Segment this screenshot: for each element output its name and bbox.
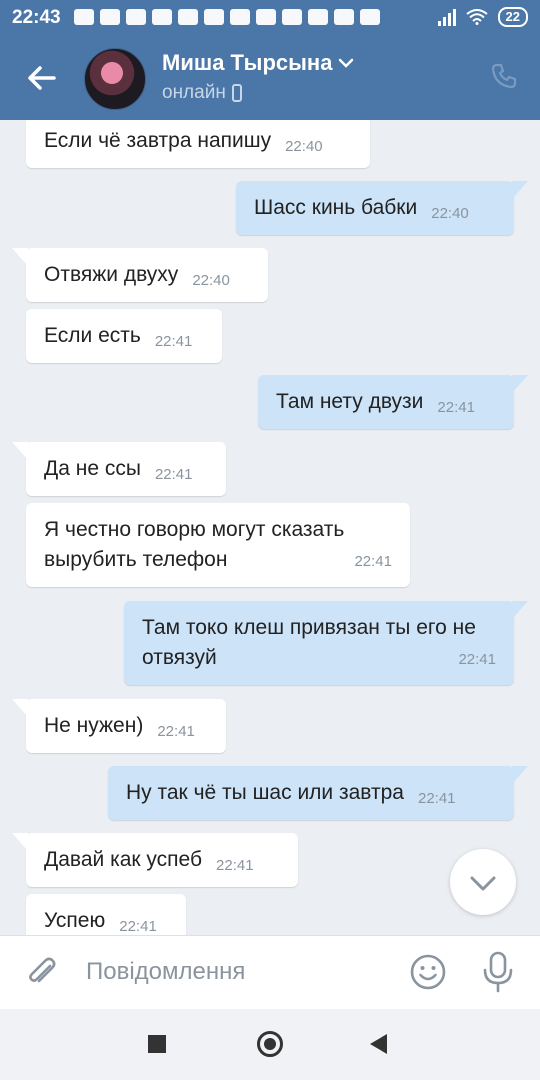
message-text: Да не ссы (44, 457, 141, 480)
composer: Повідомлення (0, 935, 540, 1010)
message-text: Если чё завтра напишу (44, 129, 272, 152)
notification-icon (308, 9, 328, 25)
notification-icon (204, 9, 224, 25)
notification-icon (126, 9, 146, 25)
notification-icon (282, 9, 302, 25)
mobile-icon (231, 84, 242, 102)
battery-icon: 22 (497, 7, 528, 27)
message-text: Там токо клеш привязан ты его не отвязуй (142, 616, 476, 669)
chevron-down-icon (339, 58, 354, 68)
message-time: 22:41 (437, 399, 475, 416)
message-out[interactable]: Ну так чё ты шас или завтра 22:41 (108, 766, 528, 820)
mic-icon[interactable] (480, 950, 516, 994)
message-time: 22:40 (285, 138, 323, 155)
message-time: 22:41 (354, 553, 392, 570)
home-icon[interactable] (257, 1031, 283, 1057)
message-in[interactable]: Я честно говорю могут сказать вырубить т… (26, 503, 410, 587)
back-icon[interactable] (370, 1034, 387, 1054)
recents-icon[interactable] (148, 1035, 166, 1053)
message-list[interactable]: Если чё завтра напишу 22:40 Шасс кинь баб… (0, 120, 540, 935)
contact-name[interactable]: Миша Тырсына (162, 50, 354, 76)
message-time: 22:41 (216, 857, 254, 874)
back-arrow-icon[interactable] (22, 58, 62, 98)
phone-icon[interactable] (490, 62, 518, 90)
emoji-icon[interactable] (409, 953, 447, 991)
message-time: 22:41 (119, 918, 157, 935)
message-in[interactable]: Успею 22:41 (26, 894, 186, 935)
system-nav-bar (0, 1009, 540, 1080)
message-out[interactable]: Там нету двузи 22:41 (258, 375, 528, 429)
contact-status-label: онлайн (162, 82, 226, 103)
message-text: Там нету двузи (276, 390, 424, 413)
notification-icon (230, 9, 250, 25)
message-text: Шасс кинь бабки (254, 196, 418, 219)
scroll-down-icon (470, 876, 496, 891)
message-time: 22:41 (154, 333, 193, 350)
notification-icon (334, 9, 354, 25)
contact-name-label: Миша Тырсына (162, 50, 333, 75)
notification-icon (100, 9, 120, 25)
message-in[interactable]: Отвяжи двуху 22:40 (12, 248, 268, 302)
scroll-down-button[interactable] (450, 849, 516, 915)
message-in[interactable]: Если чё завтра напишу 22:40 (26, 120, 370, 168)
status-bar: 22:43 22 (0, 0, 540, 36)
message-time: 22:40 (431, 205, 469, 222)
message-in[interactable]: Да не ссы 22:41 (12, 442, 226, 496)
notification-icon (360, 9, 380, 25)
message-in[interactable]: Если есть 22:41 (26, 309, 222, 363)
message-time: 22:41 (154, 466, 193, 483)
chat-header: Миша Тырсына онлайн (0, 36, 540, 120)
message-text: Если есть (44, 324, 141, 347)
message-time: 22:40 (192, 272, 230, 289)
message-time: 22:41 (458, 651, 496, 668)
message-input[interactable]: Повідомлення (86, 958, 245, 986)
message-text: Ну так чё ты шас или завтра (126, 781, 404, 804)
message-in[interactable]: Не нужен) 22:41 (12, 699, 226, 753)
wifi-icon (465, 9, 488, 25)
avatar[interactable] (84, 48, 146, 110)
contact-status: онлайн (162, 82, 242, 104)
notification-icon (256, 9, 276, 25)
message-text: Отвяжи двуху (44, 263, 179, 286)
message-text: Я честно говорю могут сказать вырубить т… (44, 518, 345, 571)
notification-icon (152, 9, 172, 25)
message-text: Давай как успеб (44, 848, 203, 871)
attach-icon[interactable] (24, 954, 60, 990)
message-time: 22:41 (157, 723, 195, 740)
notification-icon (178, 9, 198, 25)
notification-icon (74, 9, 94, 25)
message-text: Успею (44, 909, 106, 932)
notification-icons (74, 9, 380, 25)
message-out[interactable]: Там токо клеш привязан ты его не отвязуй… (124, 601, 528, 685)
message-out[interactable]: Шасс кинь бабки 22:40 (236, 181, 528, 235)
message-in[interactable]: Давай как успеб 22:41 (12, 833, 298, 887)
message-text: Не нужен) (44, 714, 144, 737)
message-time: 22:41 (417, 790, 456, 807)
status-time: 22:43 (12, 7, 61, 28)
signal-icon (437, 8, 456, 26)
